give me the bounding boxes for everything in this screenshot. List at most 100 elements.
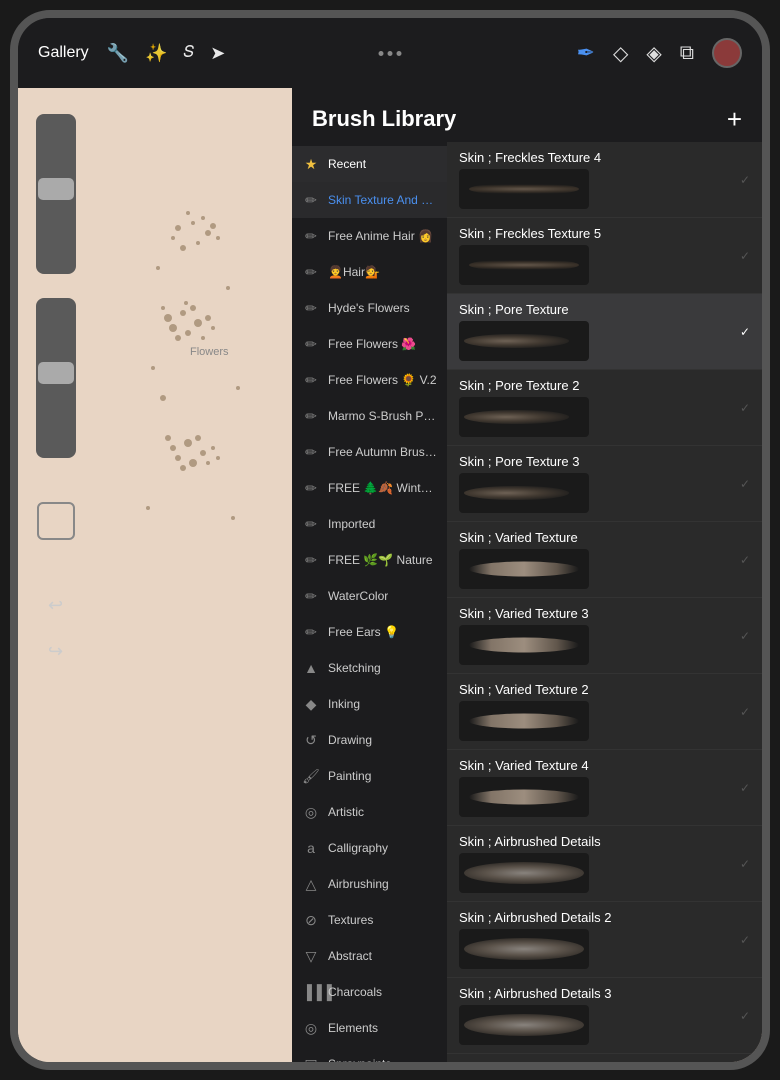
brush-info-airbrushed1: Skin ; Airbrushed Details	[459, 834, 730, 893]
sidebar-label-textures: Textures	[328, 913, 373, 927]
sidebar-label-sketching: Sketching	[328, 661, 381, 675]
sidebar-item-free-flowers[interactable]: ✏Free Flowers 🌺	[292, 326, 447, 362]
sidebar-item-elements[interactable]: ◎Elements	[292, 1010, 447, 1046]
opacity-slider[interactable]	[36, 298, 76, 458]
sidebar-item-nature[interactable]: ✏FREE 🌿🌱 Nature	[292, 542, 447, 578]
sidebar: ★Recent✏Skin Texture And Por...✏Free Ani…	[292, 142, 447, 1062]
sidebar-item-free-ears[interactable]: ✏Free Ears 💡	[292, 614, 447, 650]
brush-stroke-preview-varied3	[469, 638, 579, 653]
brush-library-panel: Brush Library + ★Recent✏Skin Texture And…	[292, 88, 762, 1062]
brush-item-pore1[interactable]: Skin ; Pore Texture✓	[447, 294, 762, 370]
brush-stroke-preview-pore3	[464, 486, 569, 500]
brush-item-freckles4[interactable]: Skin ; Freckles Texture 4✓	[447, 142, 762, 218]
sidebar-item-textures[interactable]: ⊘ Textures	[292, 902, 447, 938]
brush-info-airbrushed3: Skin ; Airbrushed Details 3	[459, 986, 730, 1045]
square-tool-btn[interactable]	[37, 502, 75, 540]
brush-check-varied3: ✓	[740, 629, 750, 643]
brush-info-pore2: Skin ; Pore Texture 2	[459, 378, 730, 437]
brush-preview-varied3	[459, 625, 589, 665]
brush-name-varied1: Skin ; Varied Texture	[459, 530, 730, 545]
pen-icon[interactable]: ✒	[577, 40, 595, 66]
brush-name-pore3: Skin ; Pore Texture 3	[459, 454, 730, 469]
sidebar-label-charcoals: Charcoals	[328, 985, 382, 999]
brush-item-pore2[interactable]: Skin ; Pore Texture 2✓	[447, 370, 762, 446]
sidebar-item-hydes-flowers[interactable]: ✏Hyde's Flowers	[292, 290, 447, 326]
sidebar-item-inking[interactable]: ◆Inking	[292, 686, 447, 722]
brush-check-varied1: ✓	[740, 553, 750, 567]
brush-item-pore3[interactable]: Skin ; Pore Texture 3✓	[447, 446, 762, 522]
sidebar-label-painting: Painting	[328, 769, 371, 783]
sidebar-icon-painting: 🖌	[302, 768, 320, 785]
sidebar-item-abstract[interactable]: ▽Abstract	[292, 938, 447, 974]
brush-item-varied3[interactable]: Skin ; Varied Texture 3✓	[447, 598, 762, 674]
eraser-icon[interactable]: ◇	[613, 41, 628, 66]
brush-item-varied1[interactable]: Skin ; Varied Texture ✓	[447, 522, 762, 598]
wrench-icon[interactable]: 🔧	[107, 43, 129, 64]
device-frame: Gallery 🔧 ✨ 𝑆 ➤ ✒ ◇ ◈ ⧉	[10, 10, 770, 1070]
sidebar-item-painting[interactable]: 🖌 Painting	[292, 758, 447, 794]
brush-name-airbrushed2: Skin ; Airbrushed Details 2	[459, 910, 730, 925]
layers-icon[interactable]: ⧉	[680, 42, 694, 65]
brush-item-freckles5[interactable]: Skin ; Freckles Texture 5✓	[447, 218, 762, 294]
add-brush-button[interactable]: +	[727, 106, 742, 132]
select-icon[interactable]: 𝑆	[184, 44, 195, 62]
brush-stroke-preview-airbrushed2	[464, 938, 584, 960]
sidebar-item-marmo[interactable]: ✏Marmo S-Brush Pack	[292, 398, 447, 434]
sidebar-item-anime-hair[interactable]: ✏Free Anime Hair 👩	[292, 218, 447, 254]
sidebar-item-winter[interactable]: ✏FREE 🌲🍂 Winter N...	[292, 470, 447, 506]
sidebar-icon-watercolor: ✏	[302, 588, 320, 605]
sidebar-item-recent[interactable]: ★Recent	[292, 146, 447, 182]
brush-item-varied2[interactable]: Skin ; Varied Texture 2✓	[447, 674, 762, 750]
panel-body: ★Recent✏Skin Texture And Por...✏Free Ani…	[292, 142, 762, 1062]
undo-button[interactable]: ↩	[39, 588, 73, 622]
brush-preview-varied2	[459, 701, 589, 741]
canvas-area: ↩ ↪	[18, 88, 762, 1062]
sidebar-label-calligraphy: Calligraphy	[328, 841, 388, 855]
brush-check-varied4: ✓	[740, 781, 750, 795]
brush-item-airbrushed2[interactable]: Skin ; Airbrushed Details 2 ✓	[447, 902, 762, 978]
sidebar-item-calligraphy[interactable]: aCalligraphy	[292, 830, 447, 866]
sidebar-icon-free-ears: ✏	[302, 624, 320, 641]
brush-item-airbrushed3[interactable]: Skin ; Airbrushed Details 3✓	[447, 978, 762, 1054]
sidebar-item-skin-texture[interactable]: ✏Skin Texture And Por...	[292, 182, 447, 218]
sidebar-label-winter: FREE 🌲🍂 Winter N...	[328, 481, 437, 495]
sidebar-item-watercolor[interactable]: ✏WaterColor	[292, 578, 447, 614]
sidebar-item-drawing[interactable]: ↺Drawing	[292, 722, 447, 758]
sidebar-icon-skin-texture: ✏	[302, 192, 320, 209]
sidebar-item-hair[interactable]: ✏🧑‍🦱Hair💁	[292, 254, 447, 290]
brush-check-airbrushed2: ✓	[740, 933, 750, 947]
canvas-left-tools: ↩ ↪	[18, 88, 93, 1062]
redo-button[interactable]: ↪	[39, 634, 73, 668]
brush-info-airbrushed2: Skin ; Airbrushed Details 2	[459, 910, 730, 969]
sidebar-item-sketching[interactable]: ▲ Sketching	[292, 650, 447, 686]
sidebar-label-recent: Recent	[328, 157, 366, 171]
brush-check-airbrushed1: ✓	[740, 857, 750, 871]
sidebar-item-free-autumn[interactable]: ✏Free Autumn Brushes...	[292, 434, 447, 470]
brush-item-airbrushed1[interactable]: Skin ; Airbrushed Details ✓	[447, 826, 762, 902]
sidebar-item-artistic[interactable]: ◎Artistic	[292, 794, 447, 830]
brush-name-airbrushed3: Skin ; Airbrushed Details 3	[459, 986, 730, 1001]
gallery-button[interactable]: Gallery	[38, 44, 89, 62]
sidebar-icon-free-autumn: ✏	[302, 444, 320, 461]
magic-wand-icon[interactable]: ✨	[145, 43, 167, 64]
dot-2	[388, 51, 393, 56]
sidebar-item-airbrushing[interactable]: △Airbrushing	[292, 866, 447, 902]
sidebar-icon-textures: ⊘	[302, 912, 320, 929]
brush-info-varied4: Skin ; Varied Texture 4	[459, 758, 730, 817]
smudge-icon[interactable]: ◈	[646, 41, 661, 66]
sidebar-item-free-flowers-v2[interactable]: ✏Free Flowers 🌻 V.2	[292, 362, 447, 398]
brush-list: Skin ; Freckles Texture 4✓Skin ; Freckle…	[447, 142, 762, 1062]
brush-size-slider[interactable]	[36, 114, 76, 274]
sidebar-item-spraypaints[interactable]: ▣Spraypaints	[292, 1046, 447, 1062]
sidebar-label-airbrushing: Airbrushing	[328, 877, 389, 891]
sidebar-label-anime-hair: Free Anime Hair 👩	[328, 229, 433, 243]
brush-preview-airbrushed3	[459, 1005, 589, 1045]
brush-stroke-preview-pore1	[464, 334, 569, 348]
move-icon[interactable]: ➤	[210, 43, 225, 64]
sidebar-icon-sketching: ▲	[302, 660, 320, 676]
sidebar-item-charcoals[interactable]: ▐▐▐Charcoals	[292, 974, 447, 1010]
color-swatch[interactable]	[712, 38, 742, 68]
panel-header: Brush Library +	[292, 88, 762, 142]
sidebar-item-imported[interactable]: ✏Imported	[292, 506, 447, 542]
brush-item-varied4[interactable]: Skin ; Varied Texture 4 ✓	[447, 750, 762, 826]
